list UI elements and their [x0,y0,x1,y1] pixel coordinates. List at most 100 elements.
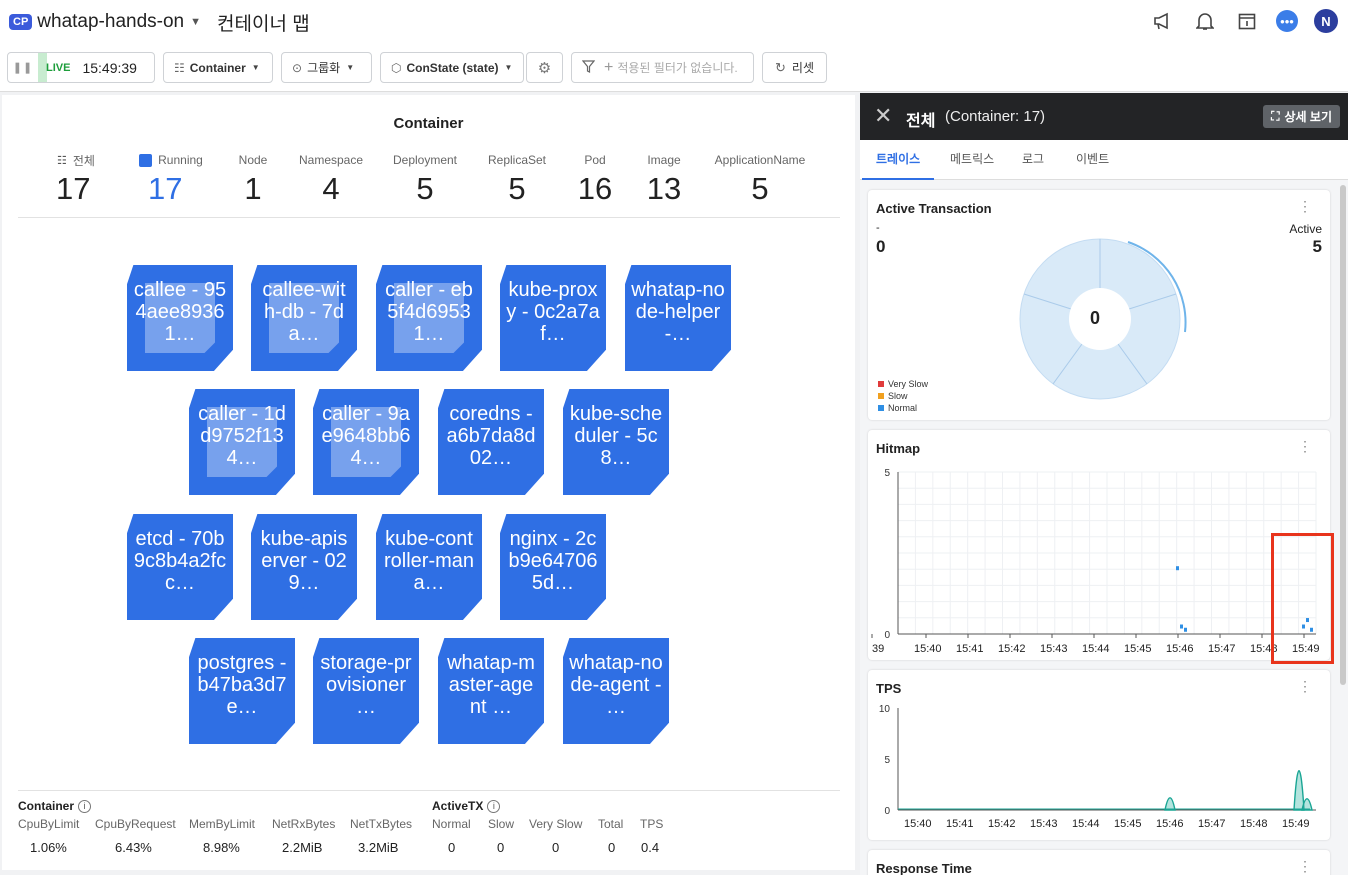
live-indicator: LIVE [38,53,77,82]
container-node[interactable]: kube-proxy - 0c2a7af… [500,265,606,371]
more-icon[interactable]: ⋮ [1298,439,1312,453]
detail-view-button[interactable]: ⛶ 상세 보기 [1263,105,1340,128]
avatar[interactable]: N [1314,9,1338,33]
detail-panel: ✕ 전체 (Container: 17) ⛶ 상세 보기 트레이스 메트릭스 로… [860,93,1348,875]
group-select[interactable]: ⊙ 그룹화 ▼ [281,52,372,83]
stat-label: ApplicationName [714,153,806,167]
stat-label: Deployment [392,153,458,167]
metric-value: 0 [552,840,560,855]
add-icon: + [604,58,614,76]
metric-label: TPS [640,817,664,831]
more-icon[interactable]: ⋮ [1298,199,1312,213]
container-node[interactable]: kube-apiserver - 029… [251,514,357,620]
container-node[interactable]: kube-controller-mana… [376,514,482,620]
tab-trace[interactable]: 트레이스 [862,140,935,180]
filter-icon [581,59,596,76]
tab-log[interactable]: 로그 [1008,140,1058,180]
filter-box[interactable]: + 적용된 필터가 없습니다. [571,52,754,83]
hitmap-chart[interactable]: 5 039 15:40 15:41 15:42 15:43 15:44 15:45 15:46 1… [868,458,1330,658]
container-node[interactable]: caller - 1dd9752f134… [189,389,295,495]
metric-value: 3.2MiB [358,840,399,855]
container-label: etcd - 70b9c8b4a2fcc… [133,528,227,594]
stat-value: 1 [244,171,262,206]
left-label: - [876,222,880,234]
reset-button[interactable]: ↻ 리셋 [762,52,827,83]
container-node[interactable]: coredns - a6b7da8d02… [438,389,544,495]
close-icon[interactable]: ✕ [874,105,892,127]
settings-button[interactable]: ⚙ [526,52,563,83]
container-node[interactable]: caller - eb5f4d69531… [376,265,482,371]
project-selector[interactable]: whatap-hands-on [37,11,184,33]
map-title: Container [393,115,464,132]
bell-icon[interactable] [1192,8,1218,34]
pause-icon[interactable]: ❚❚ [8,53,38,82]
container-node[interactable]: whatap-master-agent … [438,638,544,744]
tps-peak [1164,797,1176,811]
legend-swatch [878,405,884,411]
stat-node: Node 1 [228,153,278,207]
x-tick-label: 15:47 [1198,818,1226,830]
card-title: Hitmap [876,441,921,456]
y-tick-label: 10 [879,704,891,715]
tps-peak [1293,770,1305,811]
megaphone-icon[interactable] [1150,8,1176,34]
calendar-icon[interactable] [1234,8,1260,34]
container-node[interactable]: etcd - 70b9c8b4a2fcc… [127,514,233,620]
stat-label: Node [238,153,268,167]
stat-running[interactable]: Running 17 [129,153,213,207]
container-node[interactable]: kube-scheduler - 5c8… [563,389,669,495]
stat-total: ☷ 전체 17 [46,153,106,207]
container-node[interactable]: callee-with-db - 7da… [251,265,357,371]
container-metrics-header: Container i [18,799,92,813]
metric-value: 0 [608,840,616,855]
container-node[interactable]: storage-provisioner … [313,638,419,744]
x-tick-label: 15:44 [1082,643,1110,655]
container-label: coredns - a6b7da8d02… [446,403,536,469]
x-tick-label: 15:49 [1282,818,1310,830]
chevron-down-icon: ▼ [346,63,355,72]
stat-label: Running [158,153,203,167]
info-icon[interactable]: i [78,799,92,813]
y-tick-label: 0 [884,630,890,641]
container-node[interactable]: callee - 954aee89361… [127,265,233,371]
left-value: 0 [876,237,886,256]
stat-label: Image [647,153,681,167]
container-node[interactable]: whatap-node-helper -… [625,265,731,371]
legend-label: Slow [888,391,908,401]
x-tick-label: 15:41 [956,643,984,655]
chevron-down-icon[interactable]: ▼ [190,16,201,28]
state-select-label: ConState (state) [406,60,499,75]
tab-metrics[interactable]: 메트릭스 [936,140,1008,180]
container-node[interactable]: caller - 9ae9648bb64… [313,389,419,495]
container-node[interactable]: nginx - 2cb9e647065d… [500,514,606,620]
live-control[interactable]: ❚❚ LIVE 15:49:39 [7,52,155,83]
card-title: Response Time [876,861,972,875]
stat-pod: Pod 16 [570,153,620,207]
stat-label: ReplicaSet [487,153,547,167]
stat-value: 5 [508,171,526,206]
center-value: 0 [1090,308,1101,328]
container-node[interactable]: postgres - b47ba3d7e… [189,638,295,744]
stat-label: Pod [584,153,606,167]
page-title: 컨테이너 맵 [217,13,310,35]
container-label: kube-proxy - 0c2a7af… [506,279,600,345]
x-tick-label: 15:46 [1166,643,1194,655]
chat-icon[interactable]: ••• [1276,10,1298,32]
more-icon[interactable]: ⋮ [1298,679,1312,693]
container-node[interactable]: whatap-node-agent - … [563,638,669,744]
more-icon[interactable]: ⋮ [1298,859,1312,873]
stat-namespace: Namespace 4 [291,153,371,207]
tab-event[interactable]: 이벤트 [1062,140,1123,180]
panel-scrollbar[interactable] [1340,185,1346,685]
info-icon[interactable]: i [487,799,501,813]
stat-value: 5 [751,171,769,206]
container-select[interactable]: ☷ Container ▼ [163,52,273,83]
tps-chart[interactable]: 10 5 0 15:40 15:41 15:42 15:43 15:44 15:45 15:46 1… [868,700,1330,840]
detail-view-label: 상세 보기 [1284,110,1333,124]
toolbar: ❚❚ LIVE 15:49:39 ☷ Container ▼ ⊙ 그룹화 ▼ ⬡… [0,44,1348,92]
state-select[interactable]: ⬡ ConState (state) ▼ [380,52,524,83]
section-title: Container [18,799,75,813]
legend-very-slow: Very Slow [878,379,928,389]
container-label: nginx - 2cb9e647065d… [508,528,598,594]
card-title: Active Transaction [876,201,992,216]
